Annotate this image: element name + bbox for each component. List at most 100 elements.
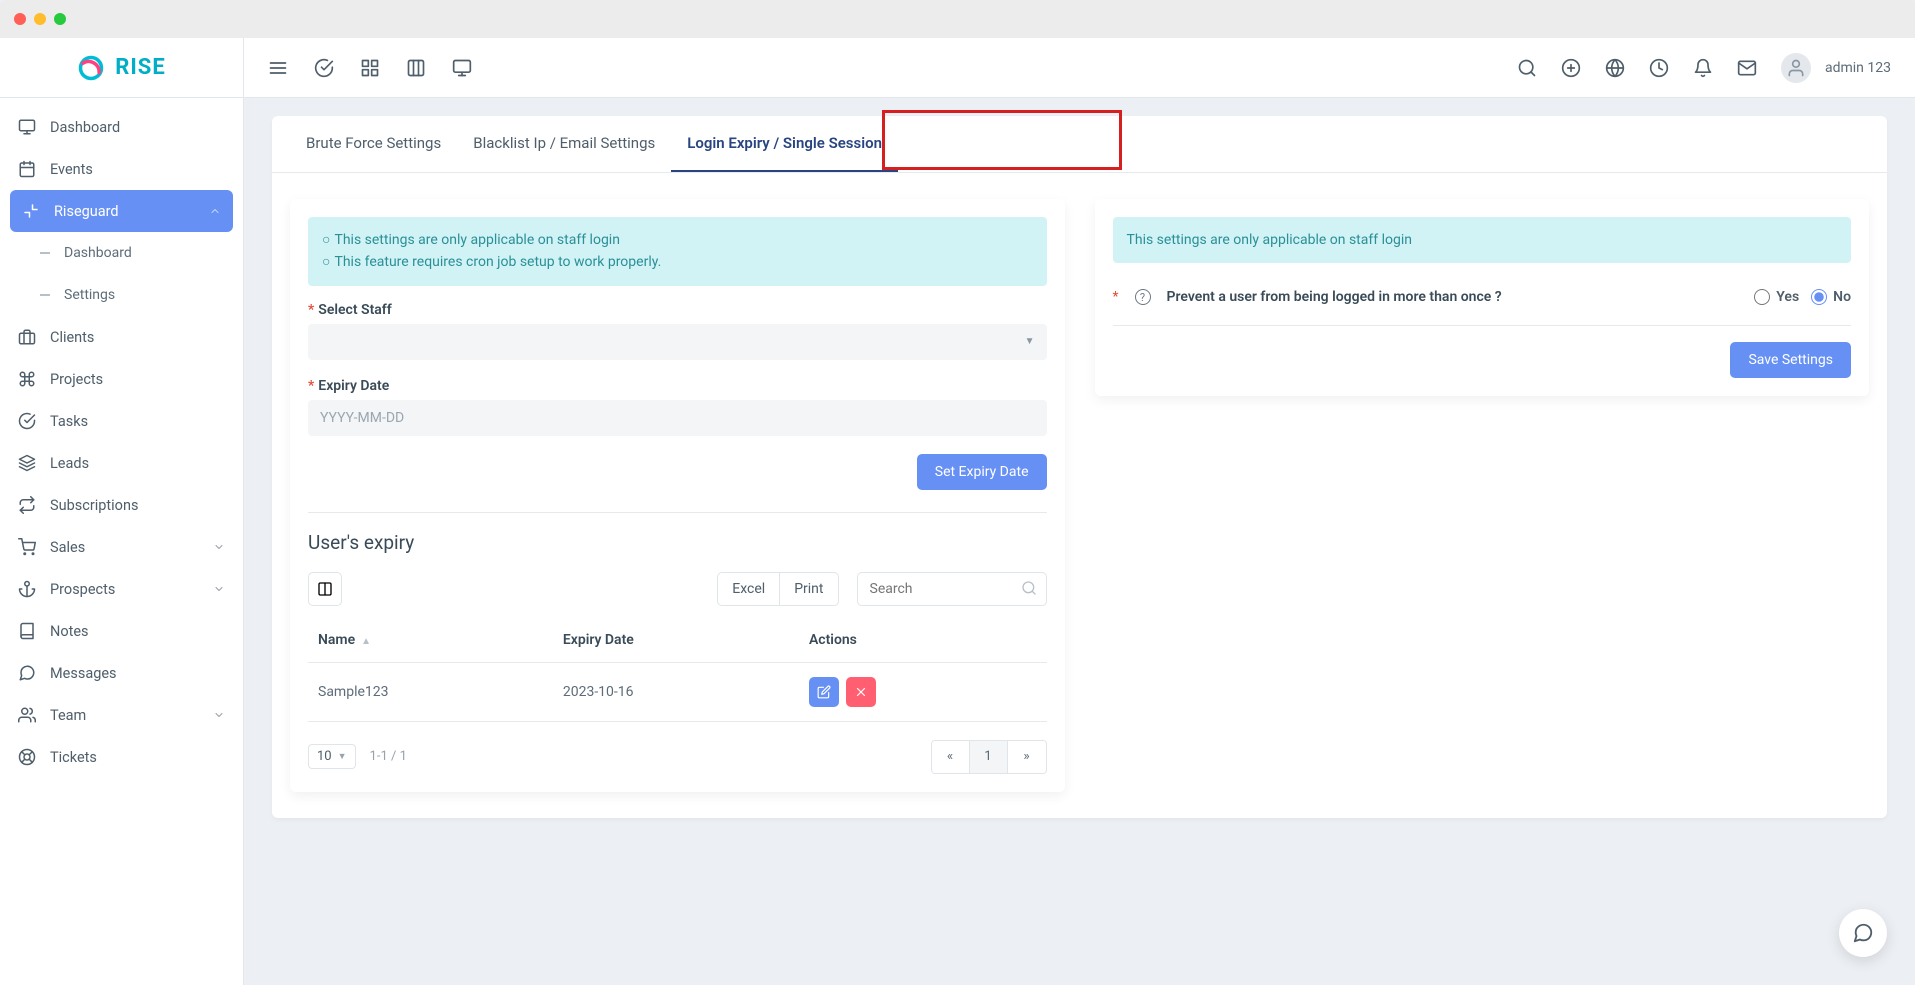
layers-icon [18,454,36,472]
search-icon[interactable] [1517,58,1537,78]
set-expiry-button[interactable]: Set Expiry Date [917,454,1047,490]
prevent-multi-login-label: Prevent a user from being logged in more… [1167,289,1743,305]
topbar: admin 123 [244,38,1915,98]
tab-login-expiry[interactable]: Login Expiry / Single Session [671,116,898,172]
radio-no[interactable]: No [1811,289,1851,305]
globe-icon[interactable] [1605,58,1625,78]
nav: Dashboard Events Riseguard Dashboard Set… [0,98,243,985]
pager-first[interactable]: « [932,741,970,773]
chevron-down-icon: ▼ [338,751,347,762]
nav-subscriptions[interactable]: Subscriptions [0,484,243,526]
dash-icon [40,252,50,254]
plus-circle-icon[interactable] [1561,58,1581,78]
login-expiry-panel: ○This settings are only applicable on st… [290,199,1065,792]
menu-icon[interactable] [268,58,288,78]
command-icon [18,370,36,388]
clock-icon[interactable] [1649,58,1669,78]
tab-brute-force[interactable]: Brute Force Settings [290,116,457,172]
nav-team[interactable]: Team [0,694,243,736]
search-icon [1021,580,1037,596]
info-message: This settings are only applicable on sta… [1113,217,1852,263]
close-icon [854,685,868,699]
export-excel-button[interactable]: Excel [717,572,779,606]
users-expiry-table: Name▲ Expiry Date Actions Sample123 2023… [308,618,1047,722]
nav-events[interactable]: Events [0,148,243,190]
monitor-icon [18,118,36,136]
nav-riseguard[interactable]: Riseguard [10,190,233,232]
columns-icon [317,581,333,597]
edit-icon [817,685,831,699]
delete-row-button[interactable] [846,677,876,707]
user-name[interactable]: admin 123 [1825,60,1891,76]
logo[interactable]: RISE [0,38,243,98]
user-icon [1786,58,1806,78]
check-circle-icon [18,412,36,430]
settings-tabs: Brute Force Settings Blacklist Ip / Emai… [272,116,1887,173]
nav-tasks[interactable]: Tasks [0,400,243,442]
tab-blacklist[interactable]: Blacklist Ip / Email Settings [457,116,671,172]
sort-icon: ▲ [361,636,371,647]
chevron-down-icon: ▼ [1025,336,1035,347]
nav-messages[interactable]: Messages [0,652,243,694]
nav-sales[interactable]: Sales [0,526,243,568]
grid-icon[interactable] [360,58,380,78]
nav-projects[interactable]: Projects [0,358,243,400]
mail-icon[interactable] [1737,58,1757,78]
chat-fab[interactable] [1839,909,1887,957]
columns-icon[interactable] [406,58,426,78]
nav-riseguard-settings[interactable]: Settings [0,274,243,316]
radio-yes[interactable]: Yes [1754,289,1799,305]
nav-clients[interactable]: Clients [0,316,243,358]
users-icon [18,706,36,724]
nav-dashboard[interactable]: Dashboard [0,106,243,148]
window-close-dot[interactable] [14,13,26,25]
pager-last[interactable]: » [1008,741,1046,773]
save-settings-button[interactable]: Save Settings [1730,342,1851,378]
window-minimize-dot[interactable] [34,13,46,25]
task-check-icon[interactable] [314,58,334,78]
col-name[interactable]: Name▲ [308,618,553,663]
edit-row-button[interactable] [809,677,839,707]
avatar[interactable] [1781,53,1811,83]
window-maximize-dot[interactable] [54,13,66,25]
browser-chrome [0,0,1915,38]
col-expiry[interactable]: Expiry Date [553,618,799,663]
bell-icon[interactable] [1693,58,1713,78]
nav-leads[interactable]: Leads [0,442,243,484]
nav-prospects[interactable]: Prospects [0,568,243,610]
expiry-date-input[interactable] [308,400,1047,436]
page-info: 1-1 / 1 [370,749,407,764]
page-size-select[interactable]: 10▼ [308,744,356,769]
chevron-down-icon [213,583,225,595]
pager: « 1 » [931,740,1047,774]
col-actions: Actions [799,618,1047,663]
columns-toggle-button[interactable] [308,572,342,606]
export-print-button[interactable]: Print [779,572,838,606]
nav-notes[interactable]: Notes [0,610,243,652]
calendar-icon [18,160,36,178]
table-search-input[interactable] [857,572,1047,606]
briefcase-icon [18,328,36,346]
info-message: ○This settings are only applicable on st… [308,217,1047,286]
lifebuoy-icon [18,748,36,766]
help-icon[interactable]: ? [1135,289,1151,305]
pager-page-1[interactable]: 1 [970,741,1008,773]
nav-riseguard-dashboard[interactable]: Dashboard [0,232,243,274]
chevron-down-icon [213,541,225,553]
message-icon [18,664,36,682]
cell-name: Sample123 [308,662,553,721]
message-icon [1852,922,1874,944]
single-session-panel: This settings are only applicable on sta… [1095,199,1870,396]
book-icon [18,622,36,640]
nav-tickets[interactable]: Tickets [0,736,243,778]
select-staff-dropdown[interactable]: ▼ [308,324,1047,360]
dash-icon [40,294,50,296]
select-staff-label: *Select Staff [308,302,1047,318]
table-row: Sample123 2023-10-16 [308,662,1047,721]
chevron-down-icon [213,709,225,721]
chevron-up-icon [209,205,221,217]
monitor-icon[interactable] [452,58,472,78]
logo-text: RISE [115,55,165,80]
expiry-date-label: *Expiry Date [308,378,1047,394]
minimize-icon [22,202,40,220]
